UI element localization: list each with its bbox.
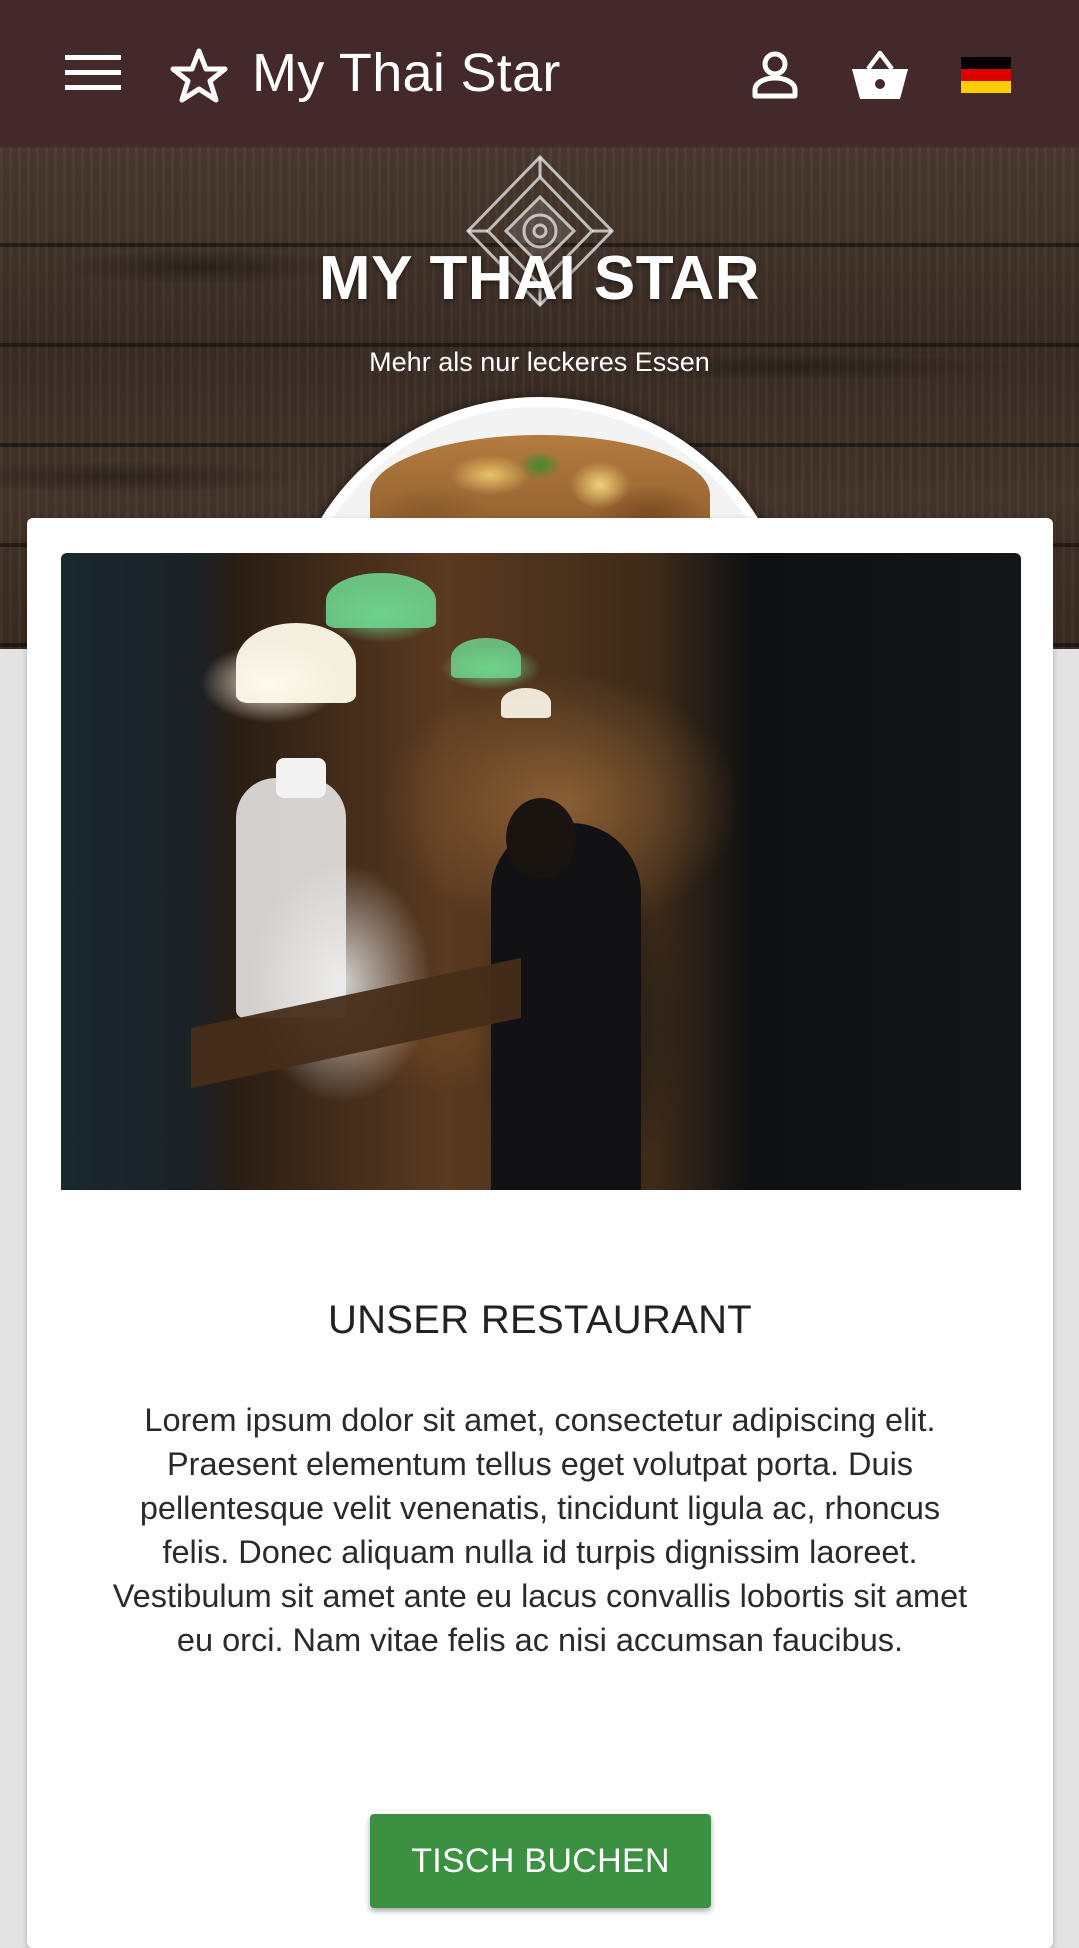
restaurant-description: Lorem ipsum dolor sit amet, consectetur … (112, 1402, 968, 1658)
hero-brand: MY THAI STAR (318, 244, 761, 313)
book-table-button[interactable]: TISCH BUCHEN (370, 1814, 711, 1908)
cart-button[interactable] (849, 44, 911, 106)
account-icon (752, 51, 798, 99)
app-title[interactable]: My Thai Star (252, 38, 561, 108)
restaurant-photo (61, 553, 1021, 1190)
menu-button[interactable] (60, 45, 126, 101)
restaurant-card: UNSER RESTAURANT Lorem ipsum dolor sit a… (27, 518, 1053, 1948)
hamburger-menu-icon (65, 55, 121, 90)
section-headline: UNSER RESTAURANT (327, 1298, 753, 1342)
top-toolbar: My Thai Star (0, 0, 1079, 147)
account-button[interactable] (744, 44, 806, 106)
hero-slogan: Mehr als nur leckeres Essen (369, 347, 710, 377)
german-flag-icon (961, 57, 1011, 93)
star-outline-icon[interactable] (170, 48, 228, 104)
language-button[interactable] (955, 44, 1017, 106)
shopping-basket-icon (852, 50, 908, 99)
